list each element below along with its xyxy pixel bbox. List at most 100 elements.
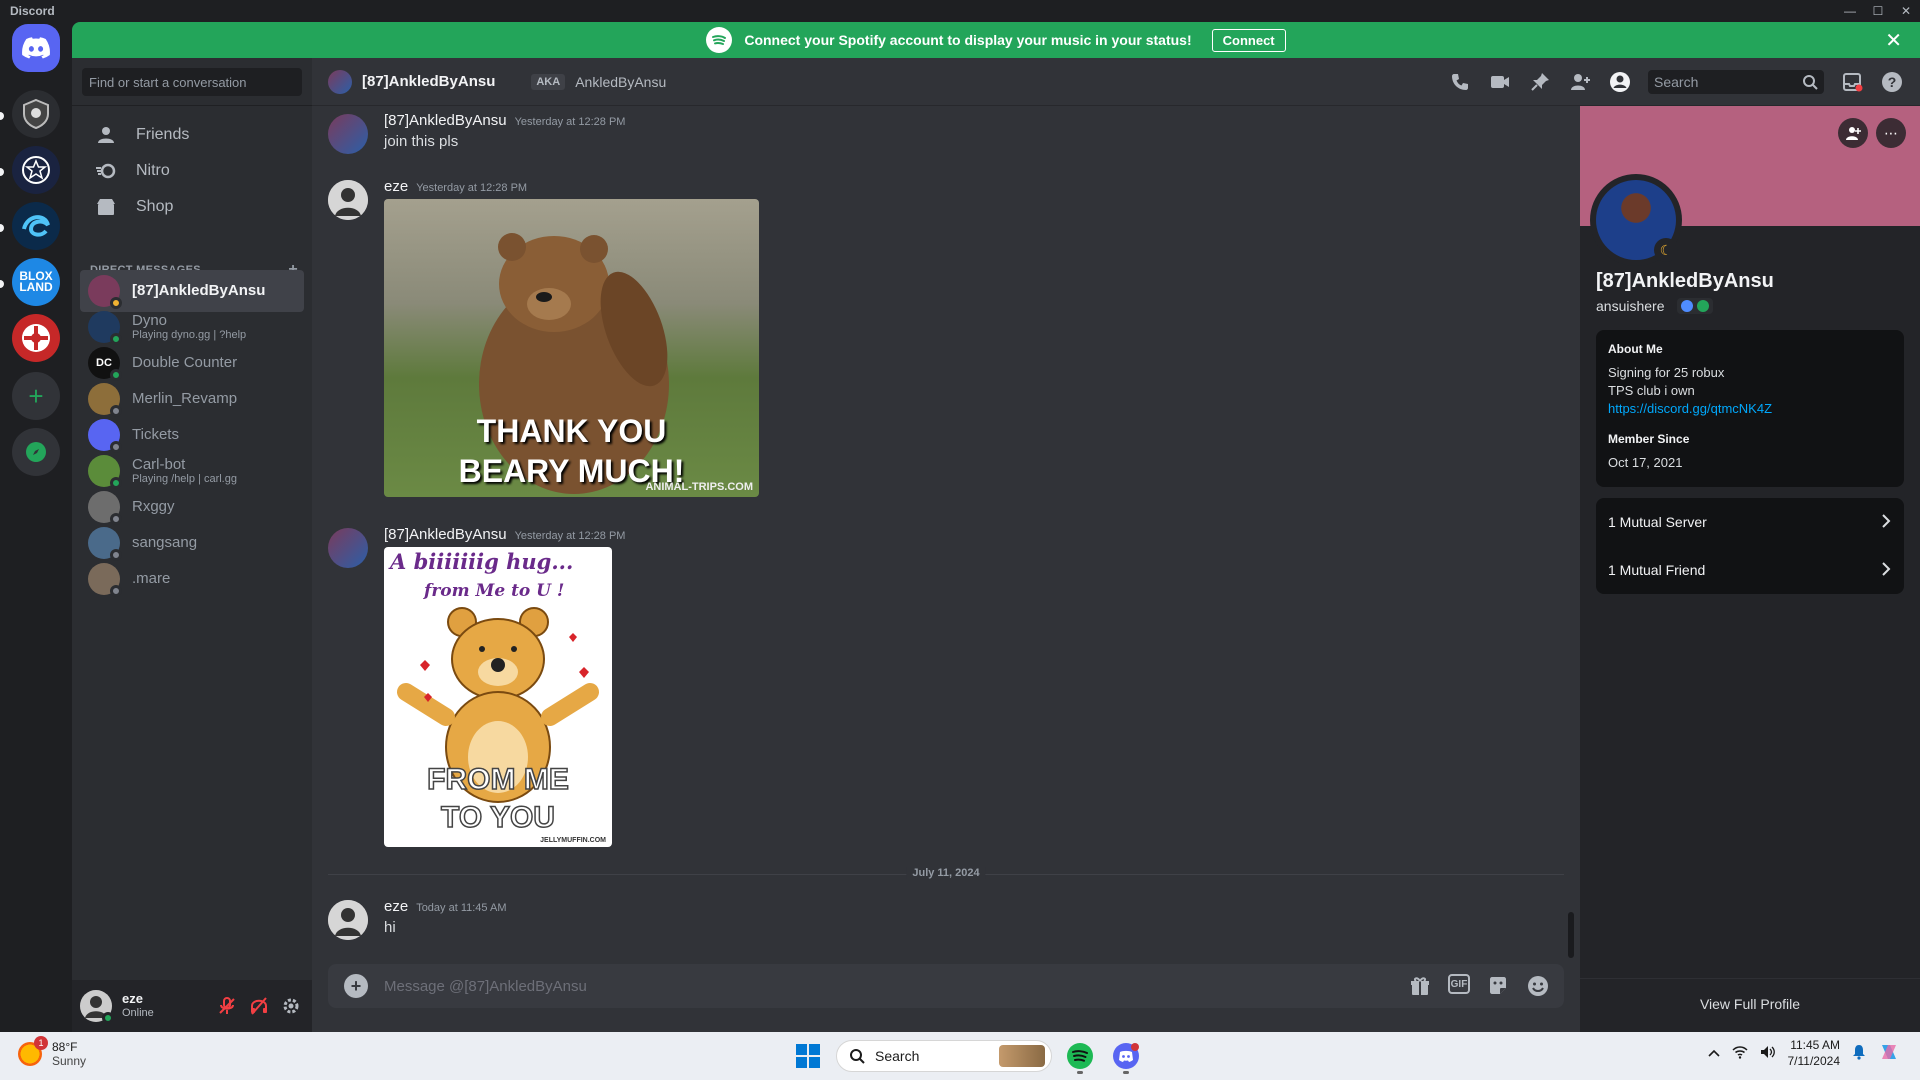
pinned-messages-icon[interactable]: [1528, 70, 1552, 94]
message-timestamp: Yesterday at 12:28 PM: [416, 182, 528, 194]
search-icon: [1803, 75, 1818, 90]
gif-caption-line: THANK YOU: [476, 413, 667, 449]
add-friend-icon[interactable]: [1838, 118, 1868, 148]
message-author[interactable]: [87]AnkledByAnsu: [384, 526, 507, 543]
dm-avatar: [88, 419, 122, 453]
taskbar-apps: Search: [790, 1038, 1144, 1074]
about-me-invite-link[interactable]: https://discord.gg/qtmcNK4Z: [1608, 401, 1772, 416]
dm-avatar: [88, 491, 122, 525]
profile-username-row: ansuishere: [1596, 298, 1713, 314]
message-author[interactable]: [87]AnkledByAnsu: [384, 112, 507, 129]
discord-taskbar-icon[interactable]: [1108, 1038, 1144, 1074]
user-profile-panel: ⋯ ☾ [87]AnkledByAnsu ansuishere About Me…: [1580, 106, 1920, 1032]
mutual-friend-row[interactable]: 1 Mutual Friend: [1596, 546, 1904, 594]
taskbar-search-label: Search: [875, 1048, 920, 1064]
message-avatar[interactable]: [328, 114, 368, 154]
friends-icon: [94, 123, 118, 147]
teddy-hug-gif[interactable]: A biiiiiiig hug... from Me to U ! FROM M…: [384, 547, 612, 847]
user-avatar[interactable]: [80, 990, 114, 1024]
video-call-icon[interactable]: [1488, 70, 1512, 94]
online-status-icon: [102, 1012, 114, 1024]
server-2-button[interactable]: [12, 146, 60, 194]
message-author[interactable]: eze: [384, 178, 408, 195]
dm-name: Tickets: [132, 426, 179, 444]
mutual-server-row[interactable]: 1 Mutual Server: [1596, 498, 1904, 546]
sticker-icon[interactable]: [1486, 974, 1510, 998]
inbox-icon[interactable]: [1840, 70, 1864, 94]
gift-icon[interactable]: [1408, 974, 1432, 998]
message-author[interactable]: eze: [384, 898, 408, 915]
gif-picker-icon[interactable]: GIF: [1448, 974, 1470, 994]
chat-search-input[interactable]: Search: [1648, 70, 1824, 94]
notification-bell-icon[interactable]: [1852, 1044, 1866, 1063]
voice-call-icon[interactable]: [1448, 70, 1472, 94]
profile-display-name: [87]AnkledByAnsu: [1596, 270, 1774, 292]
message-input[interactable]: [384, 977, 1408, 995]
dm-avatar: [88, 563, 122, 597]
minimize-button[interactable]: —: [1836, 0, 1864, 22]
find-conversation-input[interactable]: Find or start a conversation: [82, 68, 302, 96]
spotify-taskbar-icon[interactable]: [1062, 1038, 1098, 1074]
volume-icon[interactable]: [1760, 1045, 1776, 1062]
message-avatar[interactable]: [328, 180, 368, 220]
mutual-server-label: 1 Mutual Server: [1608, 514, 1707, 530]
view-full-profile-link[interactable]: View Full Profile: [1580, 996, 1920, 1012]
message-avatar[interactable]: [328, 900, 368, 940]
swirl-icon: [22, 215, 50, 237]
user-profile-icon[interactable]: [1608, 70, 1632, 94]
explore-button[interactable]: [12, 428, 60, 476]
add-friends-to-dm-icon[interactable]: [1568, 70, 1592, 94]
copilot-icon[interactable]: [1878, 1041, 1900, 1066]
server-4-button[interactable]: BLOX LAND: [12, 258, 60, 306]
server-5-button[interactable]: [12, 314, 60, 362]
idle-moon-icon: ☾: [1654, 238, 1678, 262]
nav-shop[interactable]: Shop: [80, 186, 304, 228]
user-panel: eze Online: [72, 980, 312, 1032]
windows-start-icon[interactable]: [790, 1038, 826, 1074]
add-server-button[interactable]: +: [12, 372, 60, 420]
banner-message: Connect your Spotify account to display …: [744, 32, 1192, 48]
upload-plus-icon[interactable]: +: [344, 974, 368, 998]
server-unread-indicator: [0, 168, 4, 176]
message-timestamp: Yesterday at 12:28 PM: [514, 116, 626, 128]
chevron-up-icon[interactable]: [1707, 1047, 1720, 1061]
connect-spotify-button[interactable]: Connect: [1211, 28, 1286, 52]
member-since-date: Oct 17, 2021: [1608, 455, 1683, 471]
chat-header-name: [87]AnkledByAnsu: [362, 73, 496, 90]
wifi-icon[interactable]: [1731, 1045, 1748, 1062]
server-unread-indicator: [0, 224, 4, 232]
aka-name: AnkledByAnsu: [575, 73, 667, 90]
window-title: Discord: [10, 4, 55, 18]
mutuals-card: 1 Mutual Server 1 Mutual Friend: [1596, 498, 1904, 594]
server-1-button[interactable]: [12, 90, 60, 138]
help-icon[interactable]: ?: [1880, 70, 1904, 94]
dm-name: Double Counter: [132, 354, 238, 372]
plus-icon: +: [28, 380, 44, 411]
bear-gif[interactable]: THANK YOU BEARY MUCH! ANIMAL-TRIPS.COM: [384, 199, 759, 497]
emoji-icon[interactable]: [1526, 974, 1550, 998]
taskbar-clock[interactable]: 11:45 AM 7/11/2024: [1788, 1038, 1841, 1069]
profile-avatar[interactable]: ☾: [1590, 174, 1682, 266]
about-me-title: About Me: [1608, 342, 1663, 356]
user-name: eze: [122, 991, 143, 1007]
aka-tag: AKA: [531, 73, 566, 90]
taskbar-search-box[interactable]: Search: [836, 1040, 1052, 1072]
about-me-line: TPS club i own: [1608, 383, 1695, 399]
gif-watermark: JELLYMUFFIN.COM: [540, 837, 606, 844]
mic-muted-icon[interactable]: [216, 995, 238, 1017]
settings-gear-icon[interactable]: [280, 995, 302, 1017]
date-divider: July 11, 2024: [328, 867, 1564, 879]
server-3-button[interactable]: [12, 202, 60, 250]
dm-item[interactable]: .mare: [80, 558, 304, 600]
chat-scrollbar[interactable]: [1568, 912, 1574, 958]
close-window-button[interactable]: ✕: [1892, 0, 1920, 22]
dm-avatar: [88, 455, 122, 489]
dm-activity: Playing dyno.gg | ?help: [132, 329, 247, 342]
weather-widget[interactable]: 1 88°F Sunny: [18, 1036, 86, 1069]
maximize-button[interactable]: ☐: [1864, 0, 1892, 22]
headphones-deafened-icon[interactable]: [248, 995, 270, 1017]
direct-messages-button[interactable]: [12, 24, 60, 72]
more-options-icon[interactable]: ⋯: [1876, 118, 1906, 148]
close-banner-icon[interactable]: ✕: [1885, 28, 1902, 53]
message-avatar[interactable]: [328, 528, 368, 568]
